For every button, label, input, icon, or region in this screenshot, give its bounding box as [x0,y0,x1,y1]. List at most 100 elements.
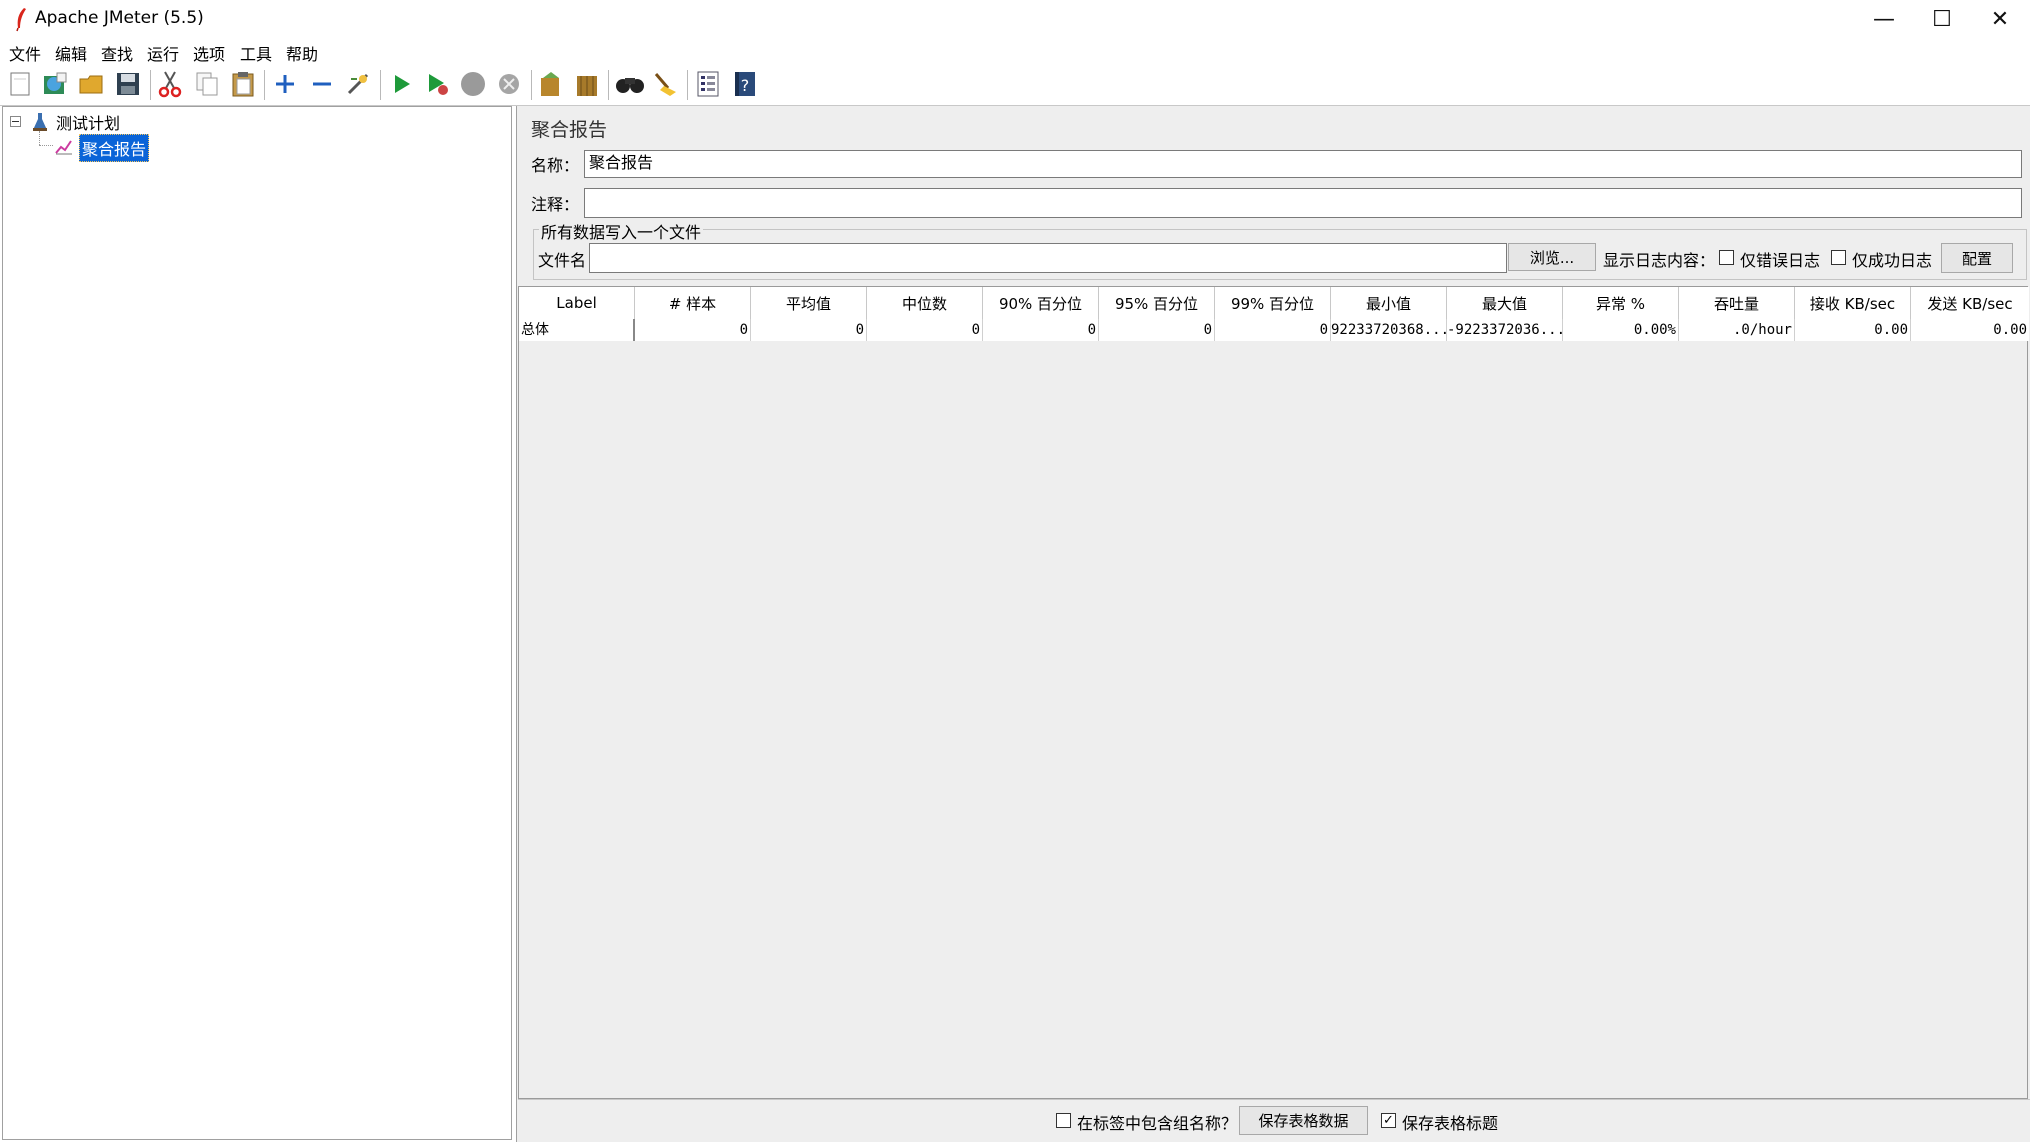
log-display-label: 显示日志内容： [1603,251,1716,270]
stop-icon[interactable] [458,69,488,99]
test-plan-tree: 测试计划 聚合报告 [2,106,512,1140]
cut-icon[interactable] [155,69,185,99]
menu-options[interactable]: 选项 [193,41,225,65]
toolbar: ? [0,64,2030,106]
toolbar-separator [531,70,532,100]
test-plan-icon [31,111,49,138]
column-header[interactable]: 异常 % [1563,287,1679,319]
menu-run[interactable]: 运行 [147,41,179,65]
save-table-header-checkbox[interactable]: ✓ [1381,1113,1396,1128]
errors-only-label: 仅错误日志 [1740,251,1821,270]
success-only-label: 仅成功日志 [1852,251,1933,270]
toolbar-separator [264,70,265,100]
clear-icon[interactable] [536,69,566,99]
column-header[interactable]: 95% 百分位 [1099,287,1215,319]
collapse-icon[interactable] [307,69,337,99]
table-cell: 0.00% [1563,319,1679,341]
tree-connector [39,145,53,146]
errors-only-checkbox[interactable] [1719,250,1734,265]
table-cell: 0 [867,319,983,341]
table-cell: 总体 [519,319,635,341]
bottom-bar: 在标签中包含组名称？ 保存表格数据 ✓ 保存表格标题 [518,1099,2030,1142]
svg-text:?: ? [741,76,750,95]
column-header[interactable]: 接收 KB/sec [1795,287,1911,319]
table-cell: 0.00 [1993,322,2027,338]
table-cell: 0 [1215,319,1331,341]
start-icon[interactable] [386,69,416,99]
tree-item-aggregate-report[interactable]: 聚合报告 [79,134,150,162]
results-table: Label # 样本 平均值 中位数 90% 百分位 95% 百分位 99% 百… [518,286,2029,1099]
column-header[interactable]: 90% 百分位 [983,287,1099,319]
configure-button[interactable]: 配置 [1941,243,2013,273]
column-header[interactable]: 吞吐量 [1679,287,1795,319]
name-field[interactable]: 聚合报告 [584,150,2022,178]
help-icon[interactable]: ? [730,69,760,99]
toolbar-separator [687,70,688,100]
include-group-name-checkbox[interactable] [1056,1113,1071,1128]
collapse-node-icon[interactable] [10,116,21,127]
table-cell: -9223372036... [1447,319,1563,341]
menu-tools[interactable]: 工具 [240,41,272,65]
minimize-button[interactable]: — [1855,0,1913,38]
open-icon[interactable] [77,69,107,99]
column-header[interactable]: Label [519,287,635,319]
menu-file[interactable]: 文件 [9,41,41,65]
save-table-data-button[interactable]: 保存表格数据 [1239,1106,1368,1135]
close-button[interactable]: ✕ [1971,0,2029,38]
table-cell: 0.00 [1795,319,1911,341]
jmeter-feather-icon [12,6,30,32]
toggle-icon[interactable] [343,69,373,99]
table-cell: .0/hour [1679,319,1795,341]
table-row[interactable]: 总体 0 0 0 0 0 0 92233720368... -922337203… [519,319,2029,341]
name-label: 名称： [531,156,580,175]
new-icon[interactable] [5,69,35,99]
expand-icon[interactable] [270,69,300,99]
maximize-button[interactable]: ☐ [1913,0,1971,38]
templates-icon[interactable] [40,69,70,99]
tree-connector [39,131,40,145]
table-cell: 0 [751,319,867,341]
column-header[interactable]: 最大值 [1447,287,1563,319]
comment-field[interactable] [584,188,2022,218]
reset-search-icon[interactable] [651,69,681,99]
browse-button[interactable]: 浏览... [1508,243,1596,271]
column-header[interactable]: 最小值 [1331,287,1447,319]
filename-label: 文件名 [538,251,587,270]
copy-icon[interactable] [192,69,222,99]
menu-search[interactable]: 查找 [101,41,133,65]
toolbar-separator [608,70,609,100]
success-only-checkbox[interactable] [1831,250,1846,265]
start-no-pause-icon[interactable] [422,69,452,99]
panel-title: 聚合报告 [531,119,608,141]
toolbar-separator [380,70,381,100]
menu-edit[interactable]: 编辑 [55,41,87,65]
save-table-header-label: 保存表格标题 [1402,1114,1499,1133]
table-cell: 0 [983,319,1099,341]
paste-icon[interactable] [228,69,258,99]
column-header[interactable]: # 样本 [635,287,751,319]
comment-label: 注释： [531,195,580,214]
shutdown-icon[interactable] [494,69,524,99]
table-cell: 92233720368... [1331,319,1447,341]
tree-item-test-plan[interactable]: 测试计划 [56,110,120,134]
column-header[interactable]: 99% 百分位 [1215,287,1331,319]
toolbar-separator [150,70,151,100]
table-cell: 0 [1099,319,1215,341]
menu-help[interactable]: 帮助 [286,41,318,65]
save-icon[interactable] [113,69,143,99]
include-group-name-label: 在标签中包含组名称？ [1077,1114,1238,1133]
column-header[interactable]: 发送 KB/sec [1911,287,2029,319]
clear-all-icon[interactable] [572,69,602,99]
title-bar: Apache JMeter (5.5) — ☐ ✕ [0,0,2030,38]
table-header: Label # 样本 平均值 中位数 90% 百分位 95% 百分位 99% 百… [519,287,2029,320]
column-header[interactable]: 中位数 [867,287,983,319]
function-helper-icon[interactable] [693,69,723,99]
aggregate-report-icon [55,137,73,160]
filename-field[interactable] [589,243,1507,273]
menu-bar: 文件 编辑 查找 运行 选项 工具 帮助 [0,38,2030,64]
file-group-title: 所有数据写入一个文件 [539,219,704,243]
search-icon[interactable] [615,69,645,99]
table-cell: 0 [635,319,751,341]
column-header[interactable]: 平均值 [751,287,867,319]
window-title: Apache JMeter (5.5) [35,8,204,28]
